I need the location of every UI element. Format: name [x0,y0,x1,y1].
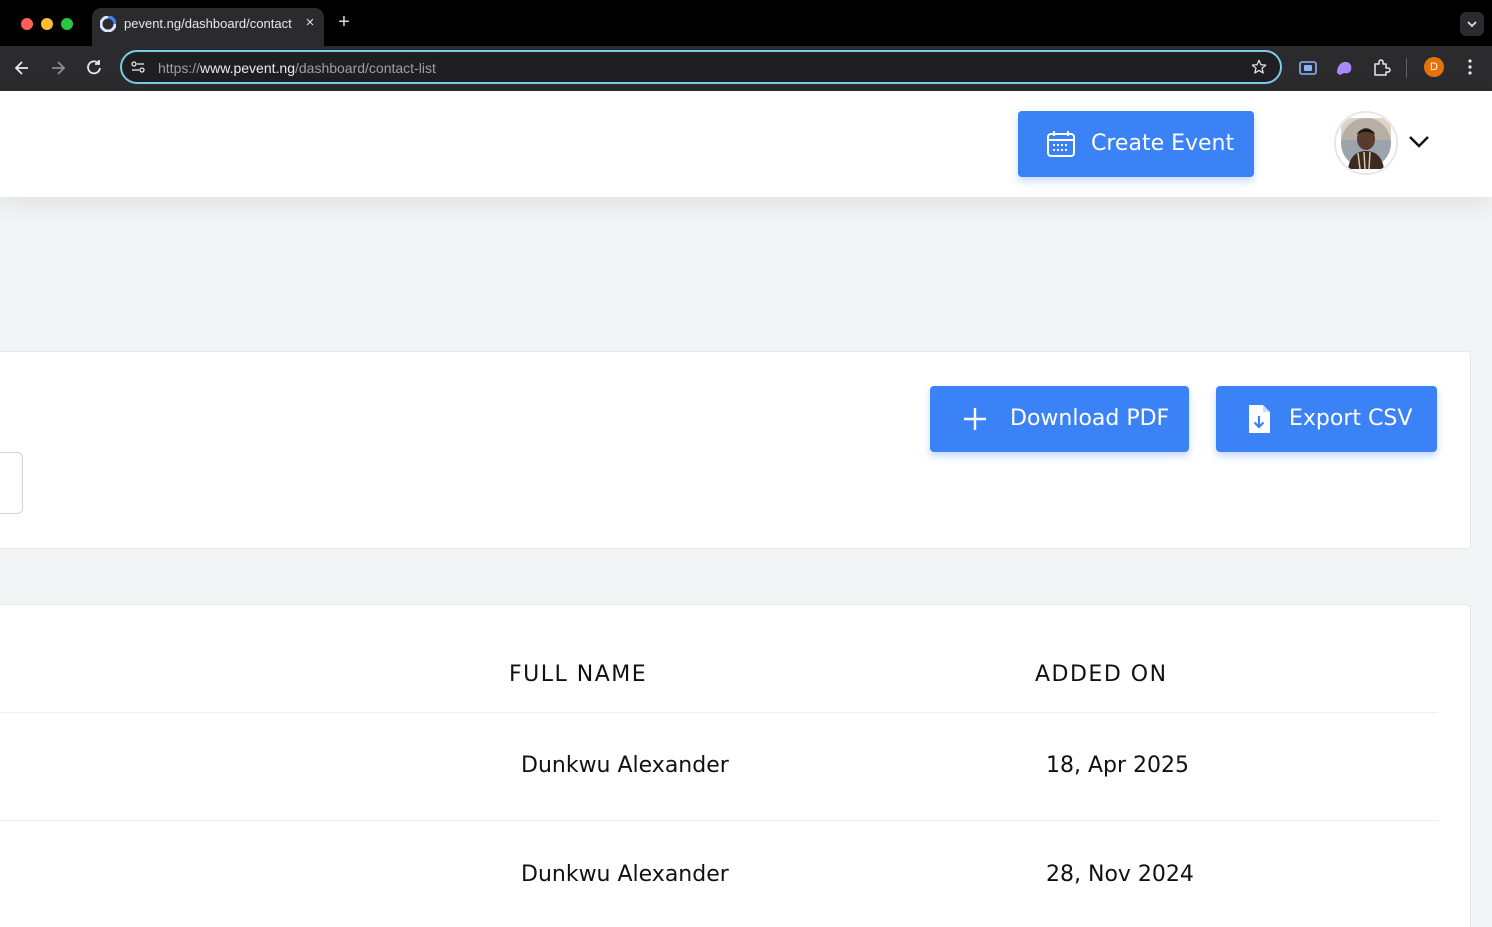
address-bar[interactable]: https://www.pevent.ng/dashboard/contact-… [120,50,1282,84]
cell-full-name: Dunkwu Alexander [521,862,729,887]
close-window-button[interactable] [21,18,33,30]
toolbar-divider [1406,58,1407,78]
more-options-icon[interactable] [1463,57,1477,77]
download-pdf-label: Download PDF [1010,406,1170,431]
url-host: www.pevent.ng [200,60,295,76]
cell-added-on: 28, Nov 2024 [1046,862,1194,887]
file-download-icon [1249,405,1270,433]
download-pdf-button[interactable]: Download PDF [930,386,1189,452]
maximize-window-button[interactable] [61,18,73,30]
screen-capture-extension-icon[interactable] [1298,58,1318,78]
browser-window: pevent.ng/dashboard/contact × + https://… [0,0,1492,91]
tab-title: pevent.ng/dashboard/contact [124,16,292,31]
minimize-window-button[interactable] [41,18,53,30]
back-arrow-icon[interactable] [10,56,34,80]
browser-profile-avatar[interactable]: D [1424,57,1444,77]
new-tab-button[interactable]: + [335,11,353,33]
bookmark-star-icon[interactable] [1250,58,1268,76]
site-settings-icon[interactable] [130,59,146,75]
url-text: https://www.pevent.ng/dashboard/contact-… [158,60,436,76]
site-favicon-icon [100,16,116,32]
account-menu-chevron-icon[interactable] [1408,135,1430,149]
plus-icon [964,408,986,430]
url-path: /dashboard/contact-list [294,60,436,76]
browser-tab[interactable]: pevent.ng/dashboard/contact × [92,8,324,46]
tab-close-icon[interactable]: × [301,14,319,31]
calendar-icon [1047,131,1075,157]
export-csv-button[interactable]: Export CSV [1216,386,1437,452]
create-event-label: Create Event [1091,131,1235,156]
cell-full-name: Dunkwu Alexander [521,753,729,778]
user-photo [1341,118,1391,170]
user-avatar[interactable] [1334,111,1398,175]
export-csv-label: Export CSV [1289,406,1413,431]
app-header: Create Event [0,91,1492,197]
row-divider [0,820,1438,821]
tab-strip: pevent.ng/dashboard/contact × + [0,0,1492,46]
header-divider [0,712,1438,713]
create-event-button[interactable]: Create Event [1018,111,1254,177]
url-scheme: https:// [158,60,201,76]
column-header-added-on[interactable]: ADDED ON [1035,662,1168,687]
column-header-full-name[interactable]: FULL NAME [509,662,647,687]
chevron-down-icon [1467,21,1477,28]
contacts-table-card [0,604,1471,927]
browser-toolbar: https://www.pevent.ng/dashboard/contact-… [0,46,1492,91]
reload-icon[interactable] [82,56,106,80]
search-input[interactable] [0,452,23,514]
ghost-extension-icon[interactable] [1334,58,1354,78]
forward-arrow-icon[interactable] [46,56,70,80]
cell-added-on: 18, Apr 2025 [1046,753,1190,778]
tab-search-button[interactable] [1460,12,1484,36]
extensions-puzzle-icon[interactable] [1371,58,1391,78]
